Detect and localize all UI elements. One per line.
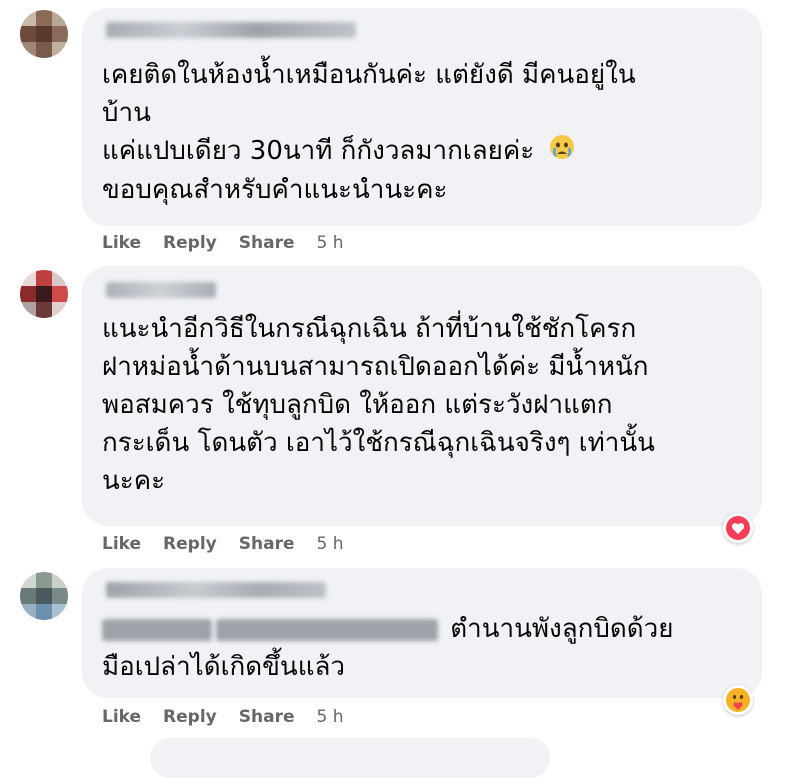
heart-reaction-icon[interactable] (723, 513, 753, 543)
share-button[interactable]: Share (239, 233, 295, 257)
like-button[interactable]: Like (102, 707, 141, 731)
share-button[interactable]: Share (239, 534, 295, 558)
comment-bubble (150, 738, 550, 778)
crying-face-icon (549, 133, 575, 171)
share-button[interactable]: Share (239, 707, 295, 731)
author-name-redacted[interactable] (106, 582, 326, 598)
like-button[interactable]: Like (102, 534, 141, 558)
care-reaction-icon[interactable] (723, 685, 753, 715)
author-name-redacted[interactable] (106, 22, 356, 38)
avatar[interactable] (20, 572, 68, 620)
reply-button[interactable]: Reply (163, 233, 217, 257)
comment-bubble: ตำนานพังลูกบิดด้วย มือเปล่าได้เกิดขึ้นแล… (82, 568, 762, 698)
comment-bubble: เคยติดในห้องน้ำเหมือนกันค่ะ แต่ยังดี มีค… (82, 8, 762, 226)
comment-text: แนะนำอีกวิธีในกรณีฉุกเฉิน ถ้าที่บ้านใช้ช… (102, 314, 655, 496)
reply-button[interactable]: Reply (163, 534, 217, 558)
tagged-name-redacted[interactable] (102, 618, 212, 641)
comment-bubble: แนะนำอีกวิธีในกรณีฉุกเฉิน ถ้าที่บ้านใช้ช… (82, 266, 762, 526)
tagged-name-redacted[interactable] (216, 618, 438, 641)
author-name-redacted[interactable] (106, 282, 216, 298)
comment-text: เคยติดในห้องน้ำเหมือนกันค่ะ แต่ยังดี มีค… (102, 60, 636, 205)
timestamp[interactable]: 5 h (316, 233, 343, 257)
avatar[interactable] (20, 270, 68, 318)
comment-actions: Like Reply Share 5 h (102, 233, 343, 257)
comment-actions: Like Reply Share 5 h (102, 707, 343, 731)
timestamp[interactable]: 5 h (316, 534, 343, 558)
avatar[interactable] (20, 10, 68, 58)
comment-actions: Like Reply Share 5 h (102, 534, 343, 558)
like-button[interactable]: Like (102, 233, 141, 257)
comment-text: ตำนานพังลูกบิดด้วย มือเปล่าได้เกิดขึ้นแล… (102, 614, 674, 682)
timestamp[interactable]: 5 h (316, 707, 343, 731)
reply-button[interactable]: Reply (163, 707, 217, 731)
